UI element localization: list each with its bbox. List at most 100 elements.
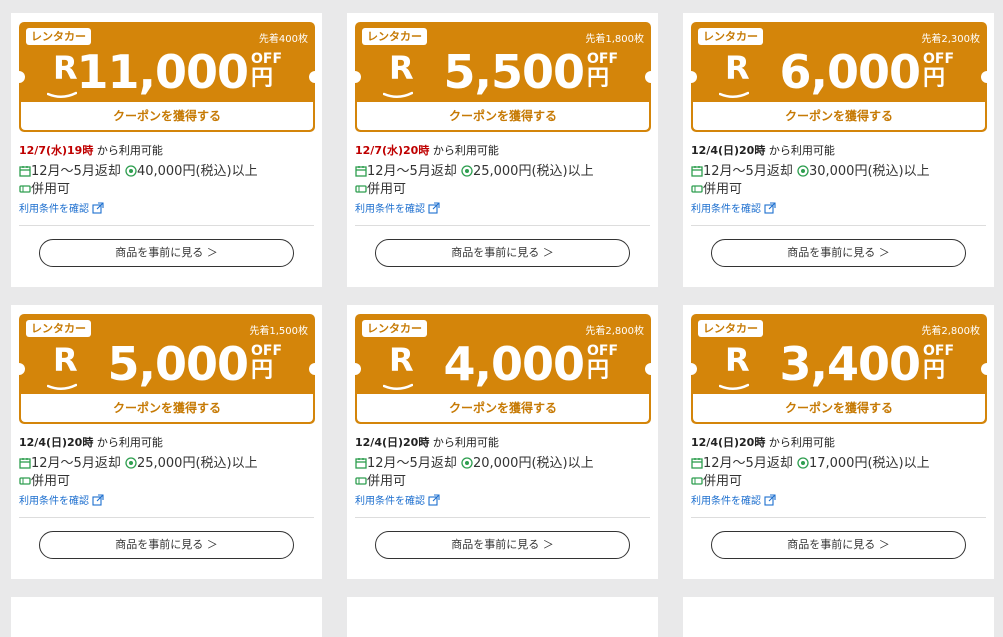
see-items-button[interactable]: 商品を事前に見る ＞: [375, 531, 630, 559]
coupon-limit: 先着2,800枚: [921, 326, 980, 337]
get-coupon-button[interactable]: クーポンを獲得する: [357, 102, 649, 130]
external-link-icon[interactable]: [92, 202, 104, 214]
calendar-icon: [19, 458, 31, 469]
calendar-icon: [19, 166, 31, 177]
yen-label: 円: [587, 66, 610, 91]
coupon-grid: レンタカー 先着400枚 R 11,000 OFF 円 クーポンを獲得する 12…: [0, 0, 1003, 637]
yen-label: 円: [923, 66, 946, 91]
return-period: 12月～5月返却: [31, 456, 121, 471]
get-coupon-button[interactable]: クーポンを獲得する: [357, 394, 649, 422]
return-period: 12月～5月返却: [703, 456, 793, 471]
terms-link[interactable]: 利用条件を確認: [19, 494, 315, 509]
see-items-button[interactable]: 商品を事前に見る ＞: [375, 239, 630, 267]
off-label: OFF: [923, 51, 955, 67]
coupon-info: 12/4(日)20時 から利用可能 12月～5月返却 25,000円(税込)以上…: [19, 436, 315, 509]
combinable-line: 併用可: [355, 473, 651, 491]
terms-link[interactable]: 利用条件を確認: [355, 494, 651, 509]
off-label: OFF: [251, 343, 283, 359]
divider: [691, 225, 986, 226]
coupon-card: レンタカー 先着2,800枚 R 4,000 OFF 円 クーポンを獲得する 1…: [347, 305, 658, 579]
divider: [355, 225, 650, 226]
minimum-purchase: 25,000円(税込)以上: [136, 456, 258, 471]
terms-link[interactable]: 利用条件を確認: [691, 494, 987, 509]
ticket-notch: [355, 71, 361, 83]
ticket-icon: [19, 185, 31, 193]
conditions-line: 12月～5月返却 17,000円(税込)以上: [691, 455, 987, 473]
terms-link-label[interactable]: 利用条件を確認: [691, 496, 761, 507]
available-from-label: から利用可能: [96, 144, 163, 157]
start-time: 12/4(日)20時: [691, 436, 766, 449]
terms-link[interactable]: 利用条件を確認: [19, 202, 315, 217]
external-link-icon[interactable]: [764, 202, 776, 214]
coupon-info: 12/4(日)20時 から利用可能 12月～5月返却 30,000円(税込)以上…: [691, 144, 987, 217]
discount-amount: 6,000: [779, 45, 921, 99]
minimum-purchase: 17,000円(税込)以上: [808, 456, 930, 471]
ticket-notch: [981, 363, 987, 375]
external-link-icon[interactable]: [92, 494, 104, 506]
yen-coin-icon: [461, 165, 473, 177]
minimum-purchase: 40,000円(税込)以上: [136, 164, 258, 179]
ticket-icon: [691, 185, 703, 193]
availability-line: 12/4(日)20時 から利用可能: [691, 144, 987, 158]
divider: [355, 517, 650, 518]
see-items-button[interactable]: 商品を事前に見る ＞: [39, 239, 294, 267]
coupon-card-partial: [683, 597, 994, 637]
divider: [19, 517, 314, 518]
discount-amount: 5,000: [107, 337, 249, 391]
rakuten-logo-icon: R: [389, 49, 414, 87]
ticket-notch: [19, 363, 25, 375]
external-link-icon[interactable]: [428, 494, 440, 506]
off-label: OFF: [587, 343, 619, 359]
start-time: 12/4(日)20時: [691, 144, 766, 157]
coupon-info: 12/4(日)20時 から利用可能 12月～5月返却 20,000円(税込)以上…: [355, 436, 651, 509]
available-from-label: から利用可能: [768, 144, 835, 157]
coupon-card: レンタカー 先着2,300枚 R 6,000 OFF 円 クーポンを獲得する 1…: [683, 13, 994, 287]
coupon-ticket: レンタカー 先着2,800枚 R 4,000 OFF 円 クーポンを獲得する: [355, 314, 651, 424]
divider: [691, 517, 986, 518]
terms-link[interactable]: 利用条件を確認: [355, 202, 651, 217]
terms-link-label[interactable]: 利用条件を確認: [691, 204, 761, 215]
get-coupon-button[interactable]: クーポンを獲得する: [693, 102, 985, 130]
calendar-icon: [691, 458, 703, 469]
yen-coin-icon: [125, 457, 137, 469]
get-coupon-button[interactable]: クーポンを獲得する: [693, 394, 985, 422]
get-coupon-button[interactable]: クーポンを獲得する: [21, 102, 313, 130]
ticket-icon: [691, 477, 703, 485]
terms-link[interactable]: 利用条件を確認: [691, 202, 987, 217]
yen-label: 円: [251, 66, 274, 91]
ticket-notch: [691, 363, 697, 375]
see-items-button[interactable]: 商品を事前に見る ＞: [39, 531, 294, 559]
start-time: 12/4(日)20時: [19, 436, 94, 449]
discount-amount: 4,000: [443, 337, 585, 391]
yen-label: 円: [923, 358, 946, 383]
combinable-line: 併用可: [19, 181, 315, 199]
terms-link-label[interactable]: 利用条件を確認: [355, 496, 425, 507]
external-link-icon[interactable]: [428, 202, 440, 214]
discount-amount: 3,400: [779, 337, 921, 391]
terms-link-label[interactable]: 利用条件を確認: [19, 204, 89, 215]
coupon-ticket: レンタカー 先着2,300枚 R 6,000 OFF 円 クーポンを獲得する: [691, 22, 987, 132]
off-label: OFF: [251, 51, 283, 67]
calendar-icon: [355, 458, 367, 469]
rakuten-logo-icon: R: [389, 341, 414, 379]
conditions-line: 12月～5月返却 25,000円(税込)以上: [19, 455, 315, 473]
combinable-label: 併用可: [367, 474, 407, 489]
combinable-label: 併用可: [367, 182, 407, 197]
external-link-icon[interactable]: [764, 494, 776, 506]
minimum-purchase: 25,000円(税込)以上: [472, 164, 594, 179]
rakuten-logo-icon: R: [725, 49, 750, 87]
category-badge: レンタカー: [362, 28, 427, 45]
conditions-line: 12月～5月返却 30,000円(税込)以上: [691, 163, 987, 181]
rakuten-logo-swoosh-icon: [47, 383, 77, 390]
terms-link-label[interactable]: 利用条件を確認: [19, 496, 89, 507]
see-items-button[interactable]: 商品を事前に見る ＞: [711, 531, 966, 559]
divider: [19, 225, 314, 226]
get-coupon-button[interactable]: クーポンを獲得する: [21, 394, 313, 422]
start-time: 12/7(水)19時: [19, 144, 94, 157]
return-period: 12月～5月返却: [367, 164, 457, 179]
see-items-button[interactable]: 商品を事前に見る ＞: [711, 239, 966, 267]
rakuten-logo-swoosh-icon: [383, 91, 413, 98]
terms-link-label[interactable]: 利用条件を確認: [355, 204, 425, 215]
category-badge: レンタカー: [698, 320, 763, 337]
ticket-notch: [645, 71, 651, 83]
